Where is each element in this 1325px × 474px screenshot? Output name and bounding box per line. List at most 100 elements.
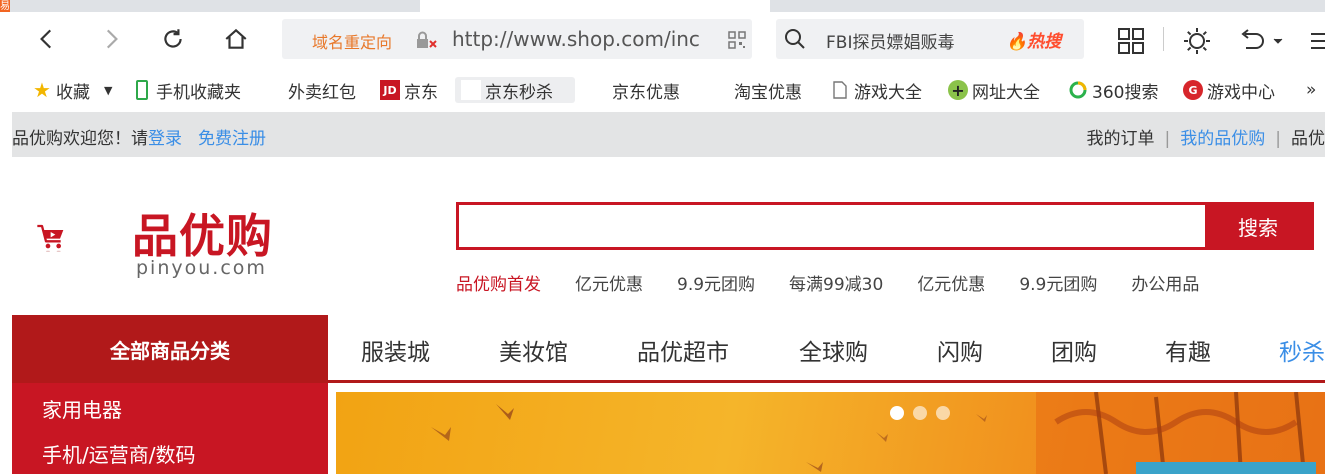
- back-button[interactable]: [32, 24, 62, 54]
- bookmark-label: 淘宝优惠: [734, 82, 802, 103]
- hotword-link[interactable]: 品优购首发: [456, 270, 541, 295]
- hotword-link[interactable]: 办公用品: [1131, 270, 1199, 295]
- divider: |: [1275, 129, 1281, 149]
- bookmark-takeout[interactable]: 外卖红包: [288, 77, 356, 103]
- carousel-dot[interactable]: [913, 406, 927, 420]
- caret-down-icon[interactable]: ▼: [104, 84, 112, 97]
- main-nav: 服装城 美妆馆 品优超市 全球购 闪购 团购 有趣 秒杀: [328, 315, 1325, 383]
- bookmark-label: 收藏: [56, 82, 90, 103]
- game-center-icon: G: [1183, 80, 1203, 100]
- site-topbar: 品优购欢迎您！请登录 免费注册 我的订单 | 我的品优购 | 品优: [12, 112, 1325, 157]
- browser-tab-strip: 易: [0, 0, 1325, 14]
- my-orders-link[interactable]: 我的订单: [1087, 129, 1155, 149]
- nav-global[interactable]: 全球购: [799, 333, 868, 367]
- home-icon: [225, 28, 247, 49]
- nav-group-buy[interactable]: 团购: [1051, 333, 1097, 367]
- active-tab[interactable]: [420, 0, 770, 12]
- hotword-link[interactable]: 9.9元团购: [677, 270, 755, 295]
- reload-button[interactable]: [158, 24, 188, 54]
- site-search-button[interactable]: 搜索: [1205, 202, 1311, 250]
- welcome-message: 品优购欢迎您！请登录 免费注册: [12, 124, 266, 149]
- category-item[interactable]: 手机/运营商/数码: [42, 439, 195, 468]
- bookmark-jd-flash-sale[interactable]: 京东秒杀: [455, 77, 575, 103]
- bookmark-label: 游戏大全: [854, 82, 922, 103]
- undo-dropdown-icon[interactable]: [1238, 26, 1290, 56]
- insecure-lock-icon[interactable]: [415, 31, 439, 51]
- banner-art: [431, 392, 1325, 474]
- bookmark-taobao-deals[interactable]: 淘宝优惠: [734, 77, 806, 103]
- browser-toolbar: 域名重定向 http://www.shop.com/inc FBI探员嫖娼贩毒 …: [0, 12, 1325, 68]
- nav-fun[interactable]: 有趣: [1165, 333, 1211, 367]
- register-link[interactable]: 免费注册: [198, 129, 266, 149]
- nav-beauty[interactable]: 美妆馆: [499, 333, 568, 367]
- hot-search-label: 热搜: [1027, 32, 1062, 52]
- url-text[interactable]: http://www.shop.com/inc: [452, 27, 710, 51]
- more-link[interactable]: 品优: [1291, 129, 1325, 149]
- search-icon: [785, 29, 805, 49]
- bookmark-label: 手机收藏夹: [156, 82, 241, 103]
- category-list: 家用电器 手机/运营商/数码: [12, 383, 328, 474]
- chevron-right-icon: [106, 29, 118, 49]
- shop-page: 品优购欢迎您！请登录 免费注册 我的订单 | 我的品优购 | 品优 品优购 pinyou.…: [12, 112, 1325, 474]
- bookmark-url-directory[interactable]: + 网址大全: [948, 77, 1040, 103]
- brightness-icon[interactable]: [1182, 26, 1212, 56]
- all-categories-header[interactable]: 全部商品分类: [12, 315, 328, 383]
- jd-logo-icon: JD: [380, 80, 400, 100]
- bookmark-favorites[interactable]: ★ 收藏 ▼: [32, 77, 112, 103]
- double-chevron-icon: »: [1306, 80, 1317, 100]
- hotword-link[interactable]: 每满99减30: [789, 270, 883, 295]
- bookmark-label: 360搜索: [1092, 82, 1159, 103]
- qr-code-icon[interactable]: [728, 31, 746, 49]
- site-search-box: 搜索: [456, 202, 1314, 250]
- apps-grid-icon[interactable]: [1116, 26, 1146, 56]
- hot-keywords: 品优购首发 亿元优惠 9.9元团购 每满99减30 亿元优惠 9.9元团购 办公用品: [456, 270, 1233, 295]
- flame-icon: 🔥: [1006, 32, 1028, 52]
- menu-icon[interactable]: [1308, 26, 1325, 56]
- search-suggestion-text[interactable]: FBI探员嫖娼贩毒: [826, 28, 954, 53]
- bookmark-label: 京东优惠: [612, 82, 680, 103]
- hot-search-badge: 🔥热搜: [1006, 27, 1061, 52]
- hotword-link[interactable]: 亿元优惠: [575, 270, 643, 295]
- carousel-dot[interactable]: [936, 406, 950, 420]
- nav-clothing[interactable]: 服装城: [361, 333, 430, 367]
- nav-flash[interactable]: 闪购: [937, 333, 983, 367]
- bookmark-label: 网址大全: [972, 82, 1040, 103]
- my-account-link[interactable]: 我的品优购: [1180, 129, 1265, 149]
- carousel-dot[interactable]: [890, 406, 904, 420]
- url-redirect-label: 域名重定向: [312, 33, 393, 52]
- bookmark-games[interactable]: 游戏大全: [830, 77, 926, 103]
- bookmark-game-center[interactable]: G 游戏中心: [1183, 77, 1275, 103]
- page-icon: [830, 80, 850, 100]
- nav-supermarket[interactable]: 品优超市: [637, 333, 729, 367]
- divider: |: [1164, 129, 1171, 149]
- site-search-input[interactable]: [459, 205, 1211, 247]
- category-item[interactable]: 家用电器: [42, 394, 122, 423]
- bookmark-mobile-favorites[interactable]: 手机收藏夹: [132, 77, 241, 103]
- chevron-left-icon: [40, 29, 52, 49]
- hotword-link[interactable]: 9.9元团购: [1019, 270, 1097, 295]
- login-link[interactable]: 登录: [148, 129, 182, 149]
- hotword-link[interactable]: 亿元优惠: [917, 270, 985, 295]
- bookmarks-overflow-button[interactable]: »: [1306, 77, 1316, 103]
- plus-circle-icon: +: [948, 80, 968, 100]
- home-button[interactable]: [221, 24, 251, 54]
- blank-page-icon: [461, 80, 481, 100]
- pinyou-cart-logo-icon[interactable]: [36, 194, 126, 284]
- topbar-links: 我的订单 | 我的品优购 | 品优: [1087, 124, 1325, 149]
- forward-button[interactable]: [96, 24, 126, 54]
- toolbar-divider: [1163, 27, 1164, 51]
- phone-icon: [132, 80, 152, 100]
- reload-icon: [164, 29, 182, 48]
- nav-seckill[interactable]: 秒杀: [1279, 333, 1325, 367]
- hero-banner[interactable]: [336, 392, 1325, 474]
- bookmark-jd[interactable]: JD 京东: [380, 77, 438, 103]
- bookmark-label: 京东秒杀: [485, 82, 553, 103]
- address-bar[interactable]: 域名重定向 http://www.shop.com/inc: [282, 19, 752, 59]
- 360-search-icon: [1068, 80, 1088, 100]
- logo-domain: pinyou.com: [136, 257, 267, 279]
- bookmark-360-search[interactable]: 360搜索: [1068, 77, 1158, 103]
- welcome-text: 品优购欢迎您！请: [12, 129, 148, 149]
- bookmark-jd-deals[interactable]: 京东优惠: [612, 77, 688, 103]
- bookmark-label: 游戏中心: [1207, 82, 1275, 103]
- browser-search-box[interactable]: FBI探员嫖娼贩毒 🔥热搜: [776, 19, 1084, 59]
